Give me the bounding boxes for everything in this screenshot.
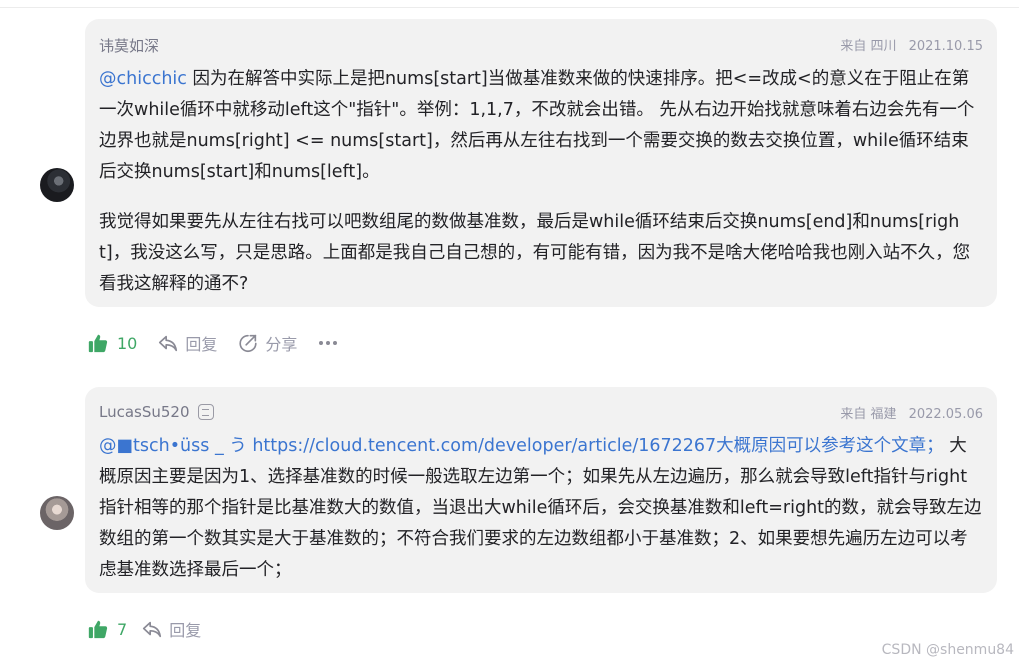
mention-link[interactable]: @chicchic xyxy=(99,69,187,89)
article-link[interactable]: https://cloud.tencent.com/developer/arti… xyxy=(247,436,943,456)
comment-date: 2022.05.06 xyxy=(908,407,983,422)
more-options-icon[interactable] xyxy=(317,337,339,349)
reply-label: 回复 xyxy=(169,621,202,640)
reply-icon xyxy=(143,621,162,638)
share-button[interactable]: 分享 xyxy=(237,331,297,355)
comment-paragraph: @chicchic 因为在解答中实际上是把nums[start]当做基准数来做的… xyxy=(99,64,983,188)
author-name[interactable]: 讳莫如深 xyxy=(99,35,159,56)
level-badge-icon xyxy=(197,404,214,420)
thumbs-up-icon xyxy=(88,334,108,353)
reply-button[interactable]: 回复 xyxy=(157,331,217,355)
avatar[interactable] xyxy=(40,168,74,202)
reply-label: 回复 xyxy=(185,335,218,354)
comment-date: 2021.10.15 xyxy=(908,39,983,54)
comment-meta: 来自 四川 2021.10.15 xyxy=(840,35,983,54)
comment-text: @■tsch•üss _ う https://cloud.tencent.com… xyxy=(99,431,983,586)
comment-bubble: LucasSu520 来自 福建 2022.05.06 @■tsch•üss _ … xyxy=(85,387,997,593)
comment-actions: 7 回复 xyxy=(87,617,221,641)
watermark: CSDN @shenmu84 xyxy=(881,642,1014,658)
comment-paragraph-text: 大概原因主要是因为1、选择基准数的时候一般选取左边第一个；如果先从左边遍历，那么… xyxy=(99,436,982,580)
like-button[interactable]: 10 xyxy=(87,332,137,354)
share-icon xyxy=(239,334,257,353)
comment-paragraph: 我觉得如果要先从左往右找可以吧数组尾的数做基准数，最后是while循环结束后交换… xyxy=(99,212,971,294)
like-button[interactable]: 7 xyxy=(87,618,127,640)
reply-icon xyxy=(159,335,178,352)
comment-author[interactable]: LucasSu520 xyxy=(99,403,214,421)
comment-paragraph: @■tsch•üss _ う https://cloud.tencent.com… xyxy=(99,431,983,586)
comment-bubble: 讳莫如深 来自 四川 2021.10.15 @chicchic 因为在解答中实际上… xyxy=(85,19,997,307)
avatar[interactable] xyxy=(40,496,74,530)
mention-link[interactable]: @■tsch•üss _ う xyxy=(99,436,247,456)
reply-button[interactable]: 回复 xyxy=(141,617,201,641)
author-name[interactable]: LucasSu520 xyxy=(99,403,190,421)
like-count: 10 xyxy=(117,333,138,353)
comment-meta: 来自 福建 2022.05.06 xyxy=(840,403,983,422)
comment-location: 来自 福建 xyxy=(840,407,897,422)
comment-location: 来自 四川 xyxy=(840,39,897,54)
share-label: 分享 xyxy=(265,335,298,354)
comment-actions: 10 回复 分享 xyxy=(87,331,359,355)
top-divider xyxy=(0,7,1019,8)
comment-text: @chicchic 因为在解答中实际上是把nums[start]当做基准数来做的… xyxy=(99,64,983,300)
thumbs-up-icon xyxy=(88,620,108,639)
comment-paragraph-text: 因为在解答中实际上是把nums[start]当做基准数来做的快速排序。把<=改成… xyxy=(99,69,975,182)
like-count: 7 xyxy=(117,619,128,639)
comment-author[interactable]: 讳莫如深 xyxy=(99,35,159,56)
